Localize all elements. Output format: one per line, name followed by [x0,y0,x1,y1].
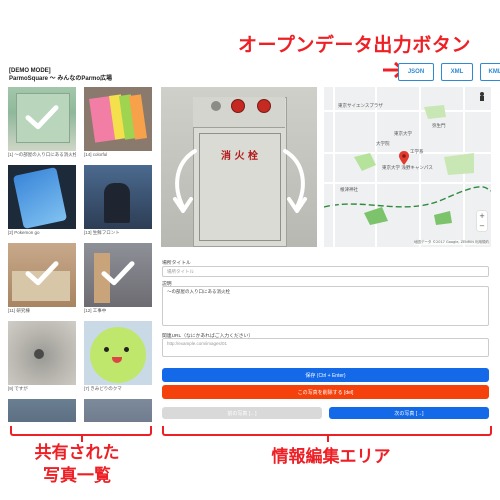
map-label: 弥生門 [432,124,446,129]
photo-caption: [7] きみどりのクマ [84,386,122,391]
curved-arrow-icon [173,149,197,213]
save-button[interactable]: 保存 (Ctrl + Enter) [162,368,489,382]
photos-callout-line2: 写真一覧 [43,466,111,486]
photo-tile[interactable]: [13] 生鮮フロント [84,165,152,236]
previous-photo-button[interactable]: 前の写真 [←] [162,407,322,419]
photo-caption: [2] Pokemon go [8,230,40,235]
map-label: 大学院 [376,142,390,147]
map-attribution: 地図データ ©2017 Google, ZENRIN 利用規約 [413,240,489,245]
photo-thumbnail[interactable] [8,165,76,229]
photo-thumbnail[interactable] [84,87,152,151]
app-header: [DEMO MODE] ParmoSquare 〜 みんなのParmo広場 [9,67,112,83]
photo-caption: [11] 研究棟 [8,308,30,313]
map-zoom-control[interactable]: + − [477,211,487,231]
check-icon [101,261,135,286]
photo-thumbnail[interactable] [8,399,76,422]
curved-arrow-icon [283,149,307,213]
demo-mode-label: [DEMO MODE] [9,68,51,74]
map-label: 根津神社 [340,188,358,193]
photo-tile[interactable]: [2] Pokemon go [8,165,76,235]
street-view-icon[interactable] [477,91,487,101]
map-label: 東京サイエンスプラザ [338,104,383,109]
export-callout: オープンデータ出力ボタン [238,34,471,56]
photo-thumbnail[interactable] [8,243,76,307]
photo-thumbnail[interactable] [8,321,76,385]
photo-caption: [13] 生鮮フロント [84,230,120,235]
photo-thumbnail[interactable] [84,243,152,307]
description-textarea[interactable]: ～の部屋の入り口にある消火栓 [162,286,489,326]
map-label: 東京大学 [394,132,412,137]
delete-photo-button[interactable]: この写真を削除する [del] [162,385,489,399]
photos-bracket [10,426,152,442]
export-kml-button[interactable]: KML [480,63,500,81]
photo-tile[interactable]: [12] 工事中 [84,243,152,314]
map-label: 東京大学 浅野キャンパス [382,166,433,171]
photo-tile[interactable] [8,399,76,422]
photo-caption: [12] 工事中 [84,308,107,313]
photos-callout-line1: 共有された [34,443,120,463]
zoom-out-icon[interactable]: − [477,221,487,231]
photo-thumbnail[interactable] [84,399,152,422]
url-input[interactable]: http://example.com/images/01 [162,338,489,357]
photos-callout: 共有された 写真一覧 [22,442,132,488]
next-photo-button[interactable]: 次の写真 [→] [329,407,489,419]
selected-photo: 消 火 栓 [161,87,317,247]
export-button-group: JSON XML KML [398,63,500,81]
export-json-button[interactable]: JSON [398,63,434,81]
extinguisher-sign: 消 火 栓 [221,151,258,162]
map-label: 工学系 [410,150,424,155]
location-pin-icon [399,151,409,165]
photo-thumbnail[interactable] [8,87,76,151]
photo-thumbnail[interactable] [84,165,152,229]
location-map[interactable]: 東京サイエンスプラザ 弥生門 東京大学 大学院 工学系 東京大学 浅野キャンパス… [324,87,491,247]
check-icon [25,261,59,286]
photo-caption: [9] ですが [8,386,28,391]
export-xml-button[interactable]: XML [441,63,473,81]
check-icon [25,105,59,130]
app-title: ParmoSquare 〜 みんなのParmo広場 [9,76,113,82]
edit-area-callout: 情報編集エリア [271,447,391,467]
photo-tile[interactable]: [14] colorful [84,87,152,157]
photo-tile[interactable] [84,399,152,422]
photo-tile[interactable]: [11] 研究棟 [8,243,76,314]
photo-caption: [14] colorful [84,152,108,157]
photo-caption: [1] ～の部屋の入り口にある消火栓 [8,152,76,157]
photo-tile[interactable]: [7] きみどりのクマ [84,321,152,392]
title-label: 場所タイトル [162,261,191,266]
photo-thumbnail[interactable] [84,321,152,385]
zoom-in-icon[interactable]: + [477,211,487,221]
edit-area-bracket [162,426,492,442]
title-input[interactable]: 場所タイトル [162,266,489,277]
photo-tile[interactable]: [1] ～の部屋の入り口にある消火栓 [8,87,76,158]
photo-grid: [1] ～の部屋の入り口にある消火栓 [14] colorful [2] Pok… [8,87,152,422]
photo-tile[interactable]: [9] ですが [8,321,76,392]
